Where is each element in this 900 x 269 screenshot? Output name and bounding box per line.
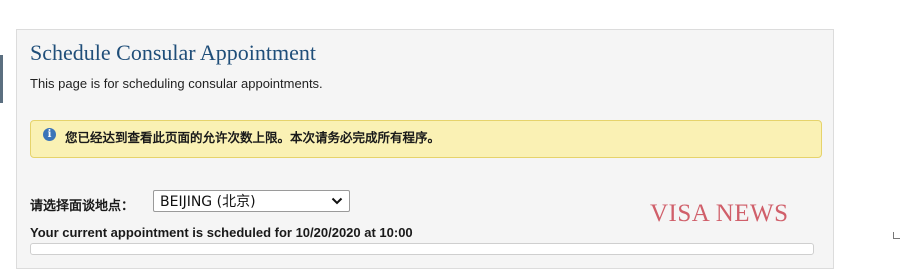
chevron-down-icon — [331, 197, 343, 205]
page-description: This page is for scheduling consular app… — [30, 76, 323, 91]
alert-message: 您已经达到查看此页面的允许次数上限。本次请务必完成所有程序。 — [65, 130, 441, 145]
location-select-value: BEIJING (北京) — [160, 194, 256, 210]
partial-field — [30, 243, 814, 255]
left-accent-bar — [0, 55, 3, 103]
location-select[interactable]: BEIJING (北京) — [153, 190, 350, 212]
corner-mark — [893, 232, 900, 239]
watermark: VISA NEWS — [650, 200, 789, 227]
alert-banner: i 您已经达到查看此页面的允许次数上限。本次请务必完成所有程序。 — [30, 120, 822, 158]
location-label: 请选择面谈地点： — [30, 199, 135, 214]
page-title: Schedule Consular Appointment — [30, 40, 316, 65]
current-appointment-text: Your current appointment is scheduled fo… — [30, 225, 413, 240]
info-icon: i — [43, 128, 56, 141]
